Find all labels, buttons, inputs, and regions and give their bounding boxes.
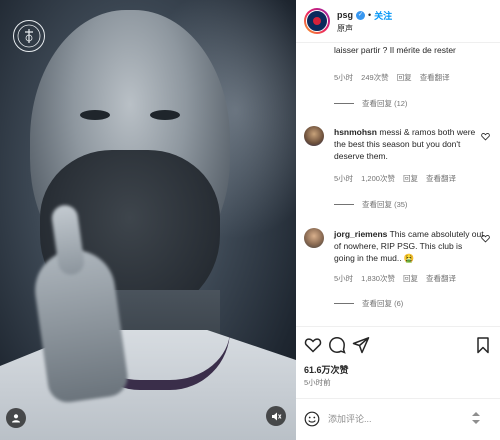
post-time: 5小时前 bbox=[304, 378, 331, 387]
comments-divider bbox=[296, 326, 500, 327]
comment-text: laisser partir ? Il mérite de rester bbox=[334, 45, 456, 55]
view-replies-button[interactable]: 查看回复 (35) bbox=[334, 199, 407, 210]
reply-button[interactable]: 回复 bbox=[403, 173, 418, 184]
post-details-panel: psg ✓ • 关注 原声 laisser partir ? Il mérite… bbox=[296, 0, 500, 440]
comment-username[interactable]: hsnmohsn bbox=[334, 127, 377, 137]
comment-meta: 5小时 1,830次赞 回复 查看翻译 bbox=[334, 273, 456, 284]
share-icon[interactable] bbox=[352, 336, 370, 354]
psg-watermark-logo bbox=[13, 20, 45, 52]
post-actions bbox=[296, 336, 500, 358]
add-comment-bar bbox=[296, 404, 500, 434]
comment-likes[interactable]: 1,200次赞 bbox=[361, 173, 395, 184]
comment-likes[interactable]: 1,830次赞 bbox=[361, 273, 395, 284]
comment-meta: 5小时 1,200次赞 回复 查看翻译 bbox=[334, 173, 456, 184]
heart-icon[interactable] bbox=[304, 336, 322, 354]
verified-badge-icon: ✓ bbox=[356, 10, 366, 20]
comment-like-icon[interactable] bbox=[481, 234, 490, 243]
commenter-avatar[interactable] bbox=[304, 126, 324, 146]
user-icon bbox=[12, 414, 20, 423]
comment-time: 5小时 bbox=[334, 73, 354, 82]
post-video[interactable] bbox=[0, 0, 296, 440]
commenter-avatar[interactable] bbox=[304, 228, 324, 248]
bookmark-icon[interactable] bbox=[474, 336, 492, 354]
comments-list: laisser partir ? Il mérite de rester 5小时… bbox=[296, 42, 500, 326]
mute-button[interactable] bbox=[266, 406, 286, 426]
comment-time: 5小时 bbox=[334, 274, 354, 283]
user-tags-button[interactable] bbox=[6, 408, 26, 428]
likes-count[interactable]: 61.6万次赞 bbox=[304, 363, 349, 376]
psg-avatar[interactable] bbox=[304, 8, 330, 34]
comment-text: jorg_riemens This came absolutely out of… bbox=[334, 229, 484, 263]
post-header: psg ✓ • 关注 原声 bbox=[296, 0, 500, 42]
follow-button[interactable]: 关注 bbox=[374, 9, 392, 22]
comment-icon[interactable] bbox=[328, 336, 346, 354]
emoji-icon[interactable] bbox=[304, 411, 320, 427]
player-eye-right bbox=[150, 110, 180, 120]
account-username[interactable]: psg bbox=[337, 10, 353, 20]
footer-divider bbox=[296, 398, 500, 399]
comment-input[interactable] bbox=[328, 414, 458, 424]
translate-button[interactable]: 查看翻译 bbox=[426, 173, 456, 184]
comment-text: hsnmohsn messi & ramos both were the bes… bbox=[334, 127, 476, 161]
translate-button[interactable]: 查看翻译 bbox=[420, 72, 450, 83]
post-arrows-icon[interactable] bbox=[470, 410, 482, 426]
comment-meta: 5小时 249次赞 回复 查看翻译 bbox=[334, 72, 450, 83]
translate-button[interactable]: 查看翻译 bbox=[426, 273, 456, 284]
comment-like-icon[interactable] bbox=[481, 132, 490, 141]
player-eye-left bbox=[80, 110, 110, 120]
view-replies-button[interactable]: 查看回复 (12) bbox=[334, 98, 407, 109]
header-separator: • bbox=[368, 10, 372, 20]
mute-icon bbox=[271, 412, 281, 420]
reply-button[interactable]: 回复 bbox=[397, 72, 412, 83]
comment-likes[interactable]: 249次赞 bbox=[361, 72, 389, 83]
reply-button[interactable]: 回复 bbox=[403, 273, 418, 284]
comment-time: 5小时 bbox=[334, 174, 354, 183]
original-audio-link[interactable]: 原声 bbox=[337, 23, 392, 34]
comment-username[interactable]: jorg_riemens bbox=[334, 229, 387, 239]
view-replies-button[interactable]: 查看回复 (6) bbox=[334, 298, 403, 309]
